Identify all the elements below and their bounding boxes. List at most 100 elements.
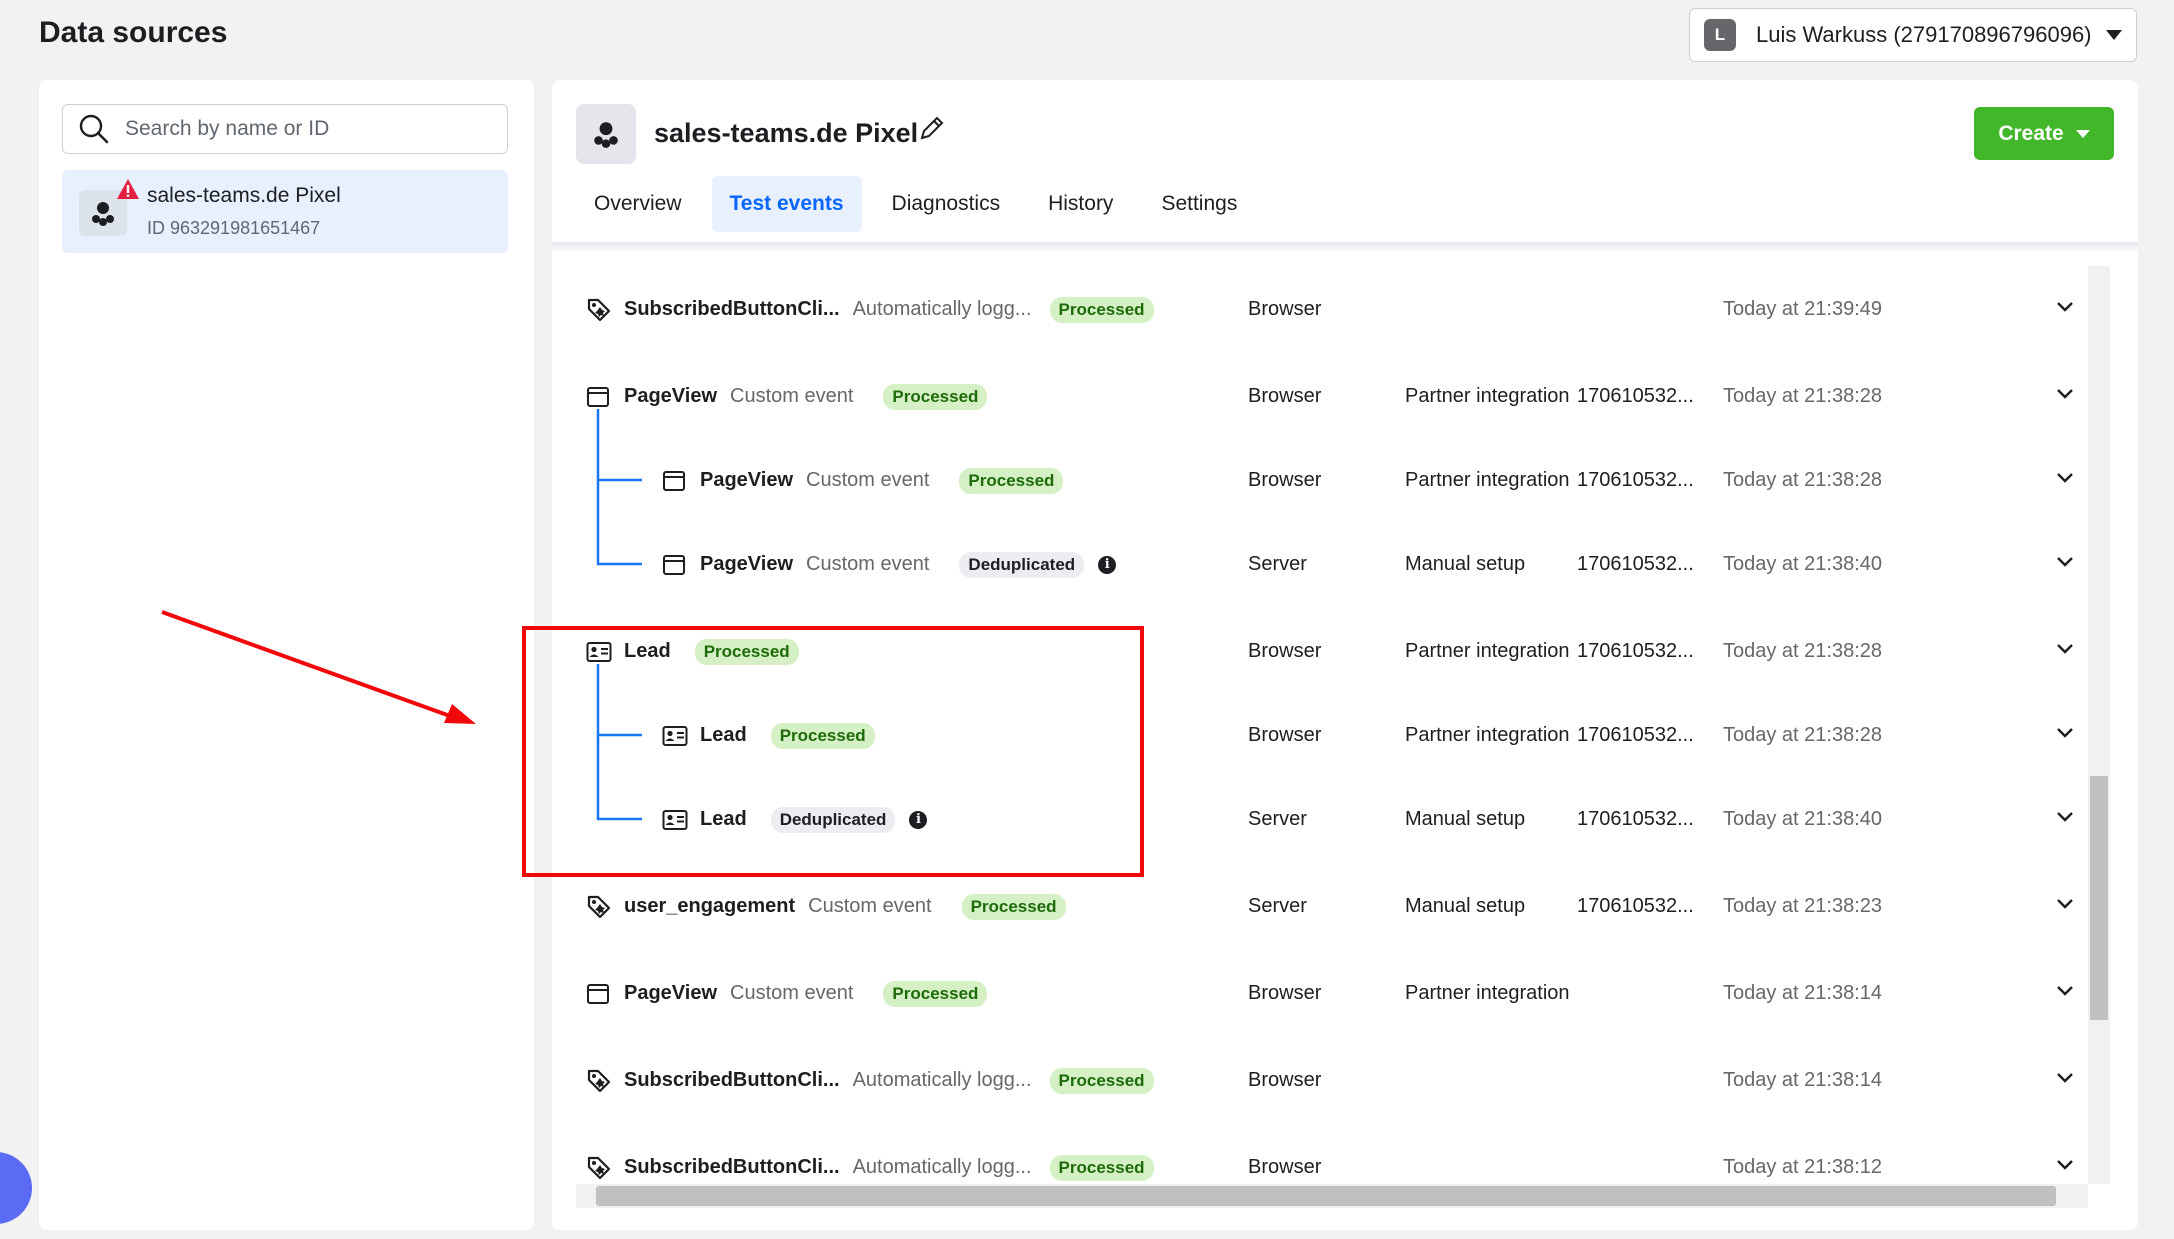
chevron-down-icon[interactable] — [2056, 642, 2074, 660]
event-type: Custom event — [730, 385, 854, 407]
vertical-scrollbar[interactable] — [2088, 266, 2110, 1184]
tag-icon — [586, 1124, 612, 1190]
event-time: Today at 21:38:23 — [1723, 895, 1883, 917]
event-time: Today at 21:38:14 — [1723, 1069, 1883, 1091]
event-row[interactable]: PageView Custom event Deduplicated i Server M… — [576, 521, 2096, 608]
tab-history[interactable]: History — [1030, 176, 1131, 232]
event-time: Today at 21:38:40 — [1723, 553, 1883, 575]
event-type: Custom event — [806, 553, 930, 575]
event-time: Today at 21:38:28 — [1723, 385, 1883, 407]
event-time: Today at 21:39:49 — [1723, 298, 1883, 320]
event-name-group: SubscribedButtonCli... Automatically logg… — [624, 1037, 1154, 1124]
event-source: Browser — [1248, 982, 1322, 1004]
tag-icon — [586, 266, 612, 353]
event-name-group: PageView Custom event Processed — [624, 353, 988, 440]
event-row[interactable]: PageView Custom event Processed Browser Part… — [576, 950, 2096, 1037]
red-arrow-annotation — [161, 610, 476, 724]
account-avatar: L — [1704, 19, 1736, 51]
scrollbar-thumb[interactable] — [596, 1186, 2056, 1206]
event-name: PageView — [624, 385, 718, 407]
data-source-name: sales-teams.de Pixel — [147, 184, 341, 207]
caret-down-icon — [2106, 30, 2122, 40]
event-row[interactable]: PageView Custom event Processed Browser Part… — [576, 353, 2096, 440]
event-integration: Partner integration — [1405, 385, 1570, 407]
event-integration: Partner integration — [1405, 724, 1570, 746]
chevron-down-icon[interactable] — [2056, 555, 2074, 573]
tag-icon — [586, 1037, 612, 1124]
status-badge: Processed — [1049, 296, 1154, 323]
event-name: PageView — [700, 469, 794, 491]
event-type: Custom event — [730, 982, 854, 1004]
chevron-down-icon[interactable] — [2056, 810, 2074, 828]
event-type: Automatically logg... — [852, 1156, 1032, 1178]
chevron-down-icon[interactable] — [2056, 387, 2074, 405]
page-title: Data sources — [39, 16, 228, 49]
event-integration: Partner integration — [1405, 469, 1570, 491]
event-name-group: PageView Custom event Deduplicated i — [700, 521, 1117, 608]
event-source: Server — [1248, 895, 1307, 917]
event-type: Automatically logg... — [852, 1069, 1032, 1091]
event-name: SubscribedButtonCli... — [624, 298, 840, 320]
scrollbar-thumb[interactable] — [2090, 776, 2108, 1020]
event-integration: Partner integration — [1405, 982, 1570, 1004]
event-name: SubscribedButtonCli... — [624, 1069, 840, 1091]
event-name-group: SubscribedButtonCli... Automatically logg… — [624, 266, 1154, 353]
chevron-down-icon[interactable] — [2056, 984, 2074, 1002]
chevron-down-icon[interactable] — [2056, 897, 2074, 915]
event-source: Browser — [1248, 724, 1322, 746]
pencil-icon[interactable] — [918, 114, 946, 142]
chevron-down-icon[interactable] — [2056, 471, 2074, 489]
event-name: PageView — [700, 553, 794, 575]
event-source: Browser — [1248, 385, 1322, 407]
event-time: Today at 21:38:28 — [1723, 724, 1883, 746]
search-input[interactable] — [123, 116, 487, 142]
event-name-group: PageView Custom event Processed — [624, 950, 988, 1037]
status-badge: Processed — [961, 893, 1066, 920]
event-name: user_engagement — [624, 895, 796, 917]
pixel-title: sales-teams.de Pixel — [654, 118, 919, 148]
floating-action-button[interactable] — [0, 1152, 32, 1224]
create-button[interactable]: Create — [1974, 107, 2114, 160]
pixel-icon — [576, 104, 636, 164]
event-id: 170610532... — [1577, 553, 1694, 575]
event-id: 170610532... — [1577, 724, 1694, 746]
event-row[interactable]: SubscribedButtonCli... Automatically logg… — [576, 266, 2096, 353]
event-type: Custom event — [806, 469, 930, 491]
caret-down-icon — [2075, 129, 2090, 138]
warning-icon — [117, 179, 139, 199]
account-selector[interactable]: L Luis Warkuss (279170896796096) — [1689, 8, 2137, 62]
browser-window-icon — [586, 950, 610, 1037]
event-name-group: SubscribedButtonCli... Automatically logg… — [624, 1124, 1154, 1190]
status-badge: Processed — [1049, 1067, 1154, 1094]
account-name: Luis Warkuss (279170896796096) — [1756, 22, 2092, 47]
event-source: Browser — [1248, 469, 1322, 491]
event-id: 170610532... — [1577, 895, 1694, 917]
highlight-box — [522, 626, 1144, 877]
event-source: Browser — [1248, 1156, 1322, 1178]
event-source: Browser — [1248, 298, 1322, 320]
search-box[interactable] — [62, 104, 508, 154]
status-badge: Processed — [959, 467, 1064, 494]
event-row[interactable]: PageView Custom event Processed Browser Part… — [576, 437, 2096, 524]
event-row[interactable]: SubscribedButtonCli... Automatically logg… — [576, 1037, 2096, 1124]
event-id: 170610532... — [1577, 808, 1694, 830]
tab-settings[interactable]: Settings — [1143, 176, 1255, 232]
chevron-down-icon[interactable] — [2056, 300, 2074, 318]
event-source: Server — [1248, 808, 1307, 830]
chevron-down-icon[interactable] — [2056, 726, 2074, 744]
tab-diagnostics[interactable]: Diagnostics — [874, 176, 1019, 232]
event-integration: Manual setup — [1405, 553, 1526, 575]
event-source: Server — [1248, 553, 1307, 575]
event-integration: Manual setup — [1405, 895, 1526, 917]
chevron-down-icon[interactable] — [2056, 1071, 2074, 1089]
event-id: 170610532... — [1577, 385, 1694, 407]
event-name-group: PageView Custom event Processed — [700, 437, 1064, 524]
horizontal-scrollbar[interactable] — [576, 1184, 2088, 1208]
event-row[interactable]: SubscribedButtonCli... Automatically logg… — [576, 1124, 2096, 1190]
event-time: Today at 21:38:28 — [1723, 640, 1883, 662]
data-source-item[interactable]: sales-teams.de Pixel ID 963291981651467 — [62, 170, 508, 253]
tab-test-events[interactable]: Test events — [711, 176, 862, 232]
chevron-down-icon[interactable] — [2056, 1158, 2074, 1176]
tab-overview[interactable]: Overview — [576, 176, 700, 232]
info-icon[interactable]: i — [1098, 555, 1117, 574]
